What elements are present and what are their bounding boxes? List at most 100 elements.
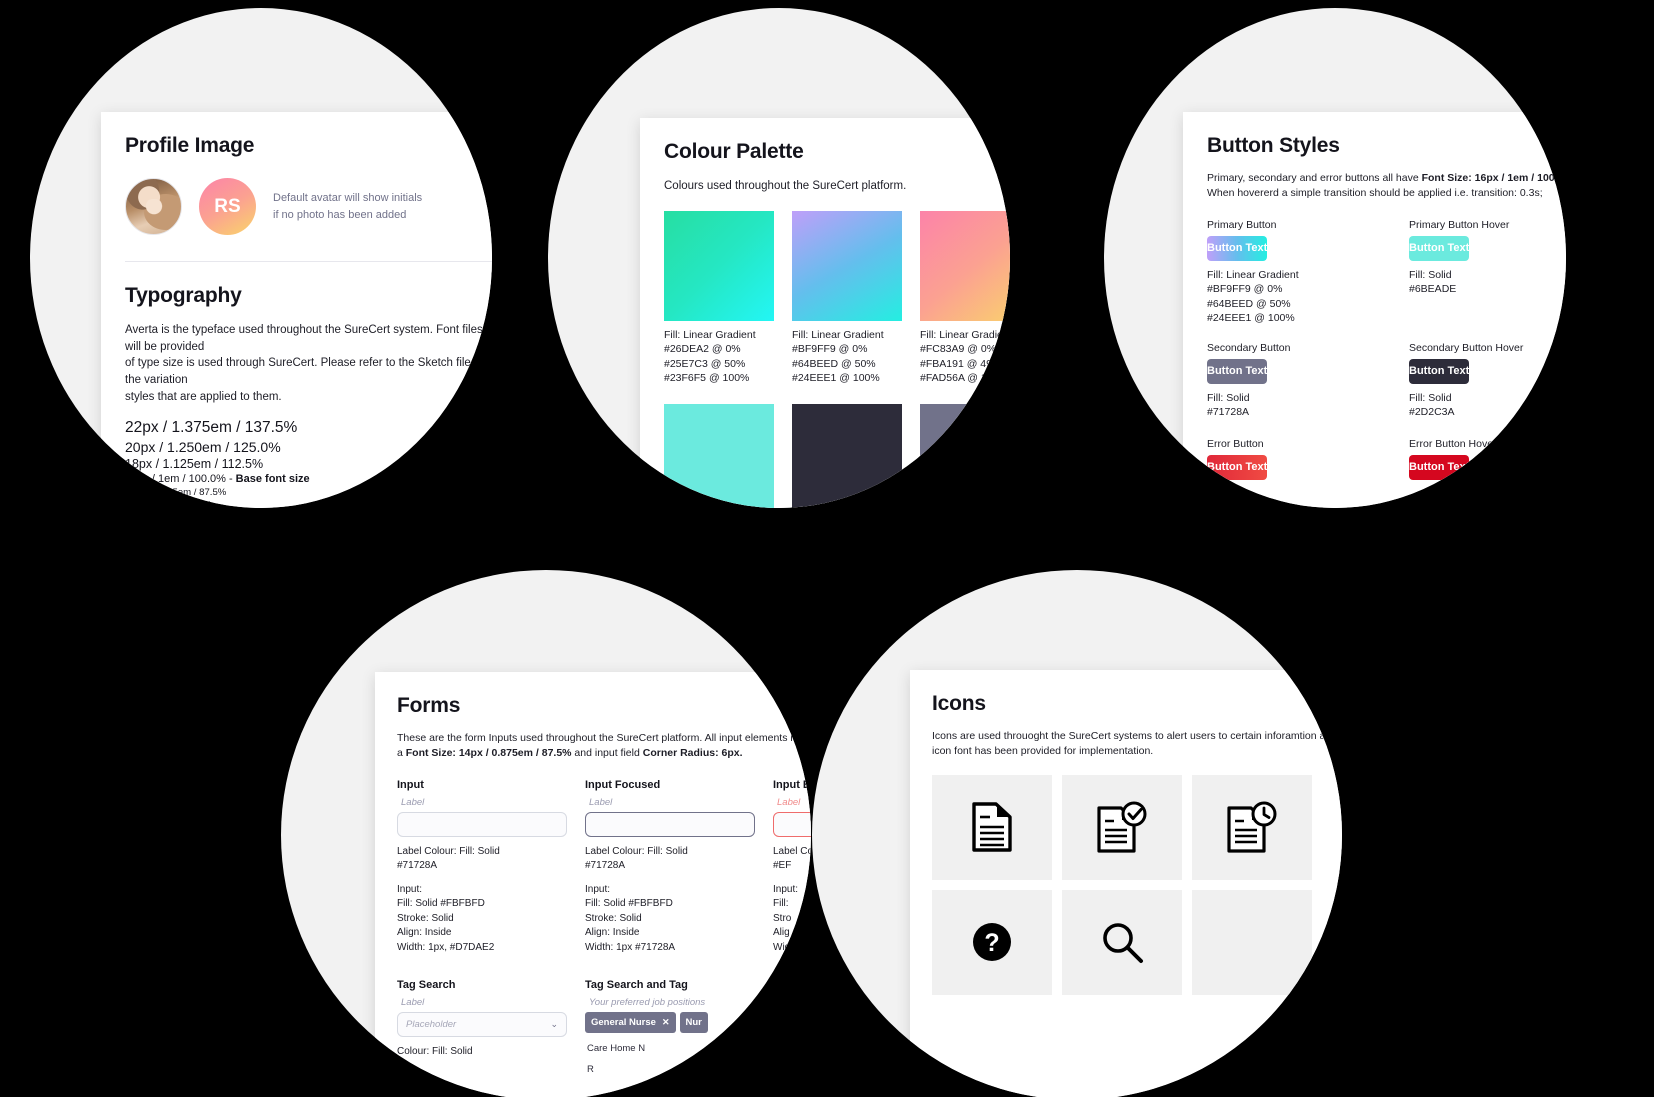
tag-search-title: Tag Search bbox=[397, 979, 456, 992]
swatch-note-line: #BF9FF9 @ 0% bbox=[792, 343, 868, 356]
button-demo-note: Fill: Solid #6BEADE bbox=[1409, 268, 1566, 297]
icon-cell[interactable] bbox=[1062, 774, 1182, 880]
swatch-note-line: #26DEA2 @ 0% bbox=[664, 343, 741, 356]
forms-desc-b: a bbox=[397, 746, 406, 759]
swatch-chip bbox=[792, 210, 902, 321]
chevron-down-icon: ⌄ bbox=[550, 1019, 558, 1030]
button-note-line: #BF9FF9 @ 0% bbox=[1207, 283, 1283, 296]
form-note-line: Input: bbox=[397, 883, 423, 895]
form-note-line: Fill: Solid #FBFBFD bbox=[397, 898, 485, 910]
form-field-label: Label bbox=[777, 796, 801, 808]
form-field-label: Label bbox=[401, 796, 425, 808]
page-title-forms: Forms bbox=[397, 694, 461, 717]
icon-cell[interactable] bbox=[1192, 774, 1312, 880]
swatch-note: Fill: Linear Gradient #FC83A9 @ 0% #FBA1… bbox=[920, 328, 1010, 386]
type-scale-12: 12px / 0.750em / 75.0% bbox=[125, 500, 212, 508]
input-error[interactable] bbox=[773, 811, 811, 837]
button-desc-b: Font Size: 16px / 1em / 100.0% bbox=[1421, 172, 1566, 184]
type-scale-18: 18px / 1.125em / 112.5% bbox=[125, 457, 264, 472]
page-title-profile-image: Profile Image bbox=[125, 134, 255, 157]
button-demo-label: Primary Button bbox=[1207, 218, 1277, 231]
dropdown-item[interactable]: Care Home N bbox=[585, 1038, 755, 1059]
error-button[interactable]: Button Text bbox=[1207, 454, 1268, 480]
swatch-item: Fill: Solid #2D2C3A bbox=[792, 403, 902, 508]
button-demo-secondary: Secondary Button Button Text Fill: Solid… bbox=[1207, 342, 1387, 420]
swatch-note-line: Fill: Linear Gradient bbox=[920, 328, 1010, 341]
form-note-line: Align: Inside bbox=[397, 927, 452, 939]
button-note-line: #71728A bbox=[1207, 406, 1250, 419]
swatch-note-line: #FAD56A @ 100% bbox=[920, 372, 1008, 385]
tag-chip[interactable]: General Nurse ✕ bbox=[585, 1012, 676, 1034]
type-scale-20: 20px / 1.250em / 125.0% bbox=[125, 439, 281, 456]
swatch-chip bbox=[920, 403, 1010, 508]
avatar-description: Default avatar will show initials if no … bbox=[273, 190, 422, 223]
button-note-line: #24EEE1 @ 100% bbox=[1207, 312, 1295, 325]
typography-scale-list: 22px / 1.375em / 137.5% 20px / 1.250em /… bbox=[125, 419, 492, 508]
bubble-colour-palette: Colour Palette Colours used throughout t… bbox=[548, 8, 1010, 508]
form-note-line: #71728A bbox=[585, 860, 626, 872]
typography-intro-line2: of type size is used through SureCert. P… bbox=[125, 357, 492, 387]
button-desc-a: Primary, secondary and error buttons all… bbox=[1207, 172, 1422, 184]
button-demo-label: Secondary Button Hover bbox=[1409, 341, 1524, 354]
dropdown-item[interactable]: R bbox=[585, 1059, 755, 1080]
typography-intro: Averta is the typeface used throughout t… bbox=[125, 322, 492, 405]
bubble-forms: Forms These are the form Inputs used thr… bbox=[281, 570, 811, 1097]
tag-search-placeholder: Placeholder bbox=[406, 1019, 457, 1031]
tag-search-select[interactable]: Placeholder ⌄ bbox=[397, 1012, 567, 1038]
icon-cell[interactable] bbox=[1192, 889, 1312, 995]
swatch-chip bbox=[920, 210, 1010, 321]
icon-cell[interactable]: ? bbox=[932, 889, 1052, 995]
close-icon[interactable]: ✕ bbox=[662, 1017, 670, 1028]
avatar-note-line2: if no photo has been added bbox=[273, 208, 407, 221]
avatar-note-line1: Default avatar will show initials bbox=[273, 192, 423, 204]
form-field-input-focused: Input Focused Label Label Colour: Fill: … bbox=[585, 779, 755, 956]
swatch-item: Fill: Solid #6BEADE bbox=[664, 403, 774, 508]
input-focused[interactable] bbox=[585, 811, 755, 837]
icon-cell[interactable] bbox=[1062, 889, 1182, 995]
button-demo-note: Fill: Linear Gradient #BF9FF9 @ 0% #64BE… bbox=[1207, 268, 1387, 326]
card-profile-typography: Profile Image RS Default avatar will sho… bbox=[101, 112, 492, 508]
form-note-line: #71728A bbox=[397, 860, 438, 872]
input-default[interactable] bbox=[397, 811, 567, 837]
tag-chip-label: Nur bbox=[685, 1017, 702, 1029]
form-field-title: Input Error bbox=[773, 778, 811, 791]
help-circle-icon: ? bbox=[973, 923, 1011, 962]
button-styles-description: Primary, secondary and error buttons all… bbox=[1207, 171, 1566, 201]
page-canvas: Profile Image RS Default avatar will sho… bbox=[0, 0, 1654, 1097]
icon-cell[interactable] bbox=[932, 774, 1052, 880]
form-note-line: Input: bbox=[773, 883, 799, 895]
form-note-line: Label Colour: Fill: Solid bbox=[585, 845, 688, 857]
card-forms: Forms These are the form Inputs used thr… bbox=[375, 672, 811, 1097]
section-divider bbox=[125, 261, 492, 262]
swatch-item: Fill: Linear Gradient #FC83A9 @ 0% #FBA1… bbox=[920, 210, 1010, 386]
error-button-hover[interactable]: Button Text bbox=[1409, 454, 1470, 480]
document-icon bbox=[972, 802, 1012, 853]
swatch-note: Fill: Linear Gradient #BF9FF9 @ 0% #64BE… bbox=[792, 328, 902, 386]
forms-desc-c: Font Size: 14px / 0.875em / 87.5% bbox=[405, 746, 572, 759]
icons-desc-line1: Icons are used throuoght the SureCert sy… bbox=[932, 730, 1338, 742]
forms-tag-columns: Tag Search Label Placeholder ⌄ Colour: F… bbox=[397, 979, 793, 1080]
bubble-icons: Icons Icons are used throuoght the SureC… bbox=[812, 570, 1342, 1097]
swatch-note-line: #25E7C3 @ 50% bbox=[664, 357, 746, 370]
primary-button-hover[interactable]: Button Text bbox=[1409, 235, 1470, 261]
primary-button[interactable]: Button Text bbox=[1207, 235, 1268, 261]
type-scale-16-value: 16px / 1em / 100.0% - bbox=[125, 473, 236, 486]
tag-chip[interactable]: Nur bbox=[679, 1012, 708, 1034]
type-scale-14: 14px / 0.875em / 87.5% bbox=[125, 487, 227, 499]
typography-intro-line3: styles that are applied to them. bbox=[125, 390, 282, 403]
swatch-item: Fill: Linear Gradient #26DEA2 @ 0% #25E7… bbox=[664, 210, 774, 386]
button-note-line: #2D2C3A bbox=[1409, 406, 1455, 419]
forms-desc-e: Corner Radius: 6px. bbox=[642, 746, 743, 759]
forms-desc-line2: a Font Size: 14px / 0.875em / 87.5% and … bbox=[397, 746, 793, 761]
secondary-button[interactable]: Button Text bbox=[1207, 358, 1268, 384]
button-demo-label: Secondary Button bbox=[1207, 341, 1291, 354]
form-note-line: Stroke: Solid bbox=[585, 912, 642, 924]
search-icon bbox=[1103, 923, 1143, 964]
swatch-note-line: #FC83A9 @ 0% bbox=[920, 343, 997, 356]
button-demo-primary: Primary Button Button Text Fill: Linear … bbox=[1207, 219, 1387, 326]
form-field-tag-search-and-tag: Tag Search and Tag Your preferred job po… bbox=[585, 979, 755, 1080]
document-check-icon bbox=[1097, 801, 1147, 853]
swatch-note-line: Fill: Linear Gradient bbox=[792, 328, 884, 341]
svg-text:?: ? bbox=[984, 929, 999, 957]
secondary-button-hover[interactable]: Button Text bbox=[1409, 358, 1470, 384]
